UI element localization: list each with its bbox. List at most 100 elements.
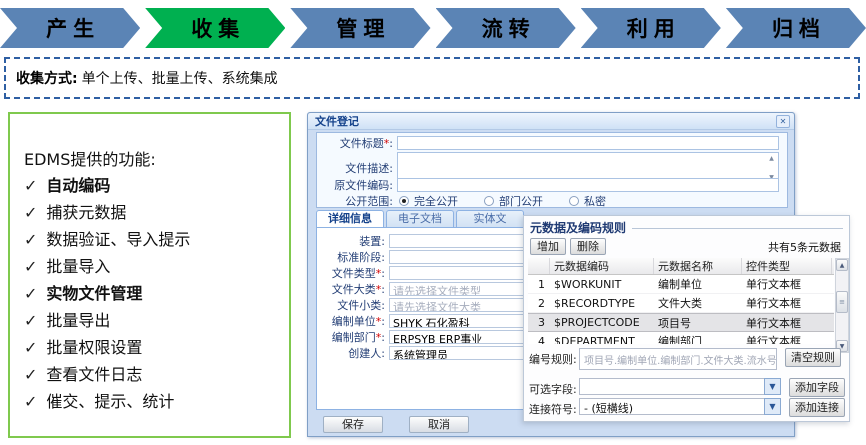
- table-row-selected[interactable]: 3 $PROJECTCODE 项目号 单行文本框: [528, 313, 834, 332]
- feature-item: ✓自动编码: [24, 172, 279, 199]
- table-row[interactable]: 1 $WORKUNIT 编制单位 单行文本框: [528, 275, 834, 294]
- close-icon[interactable]: ✕: [776, 115, 790, 128]
- metadata-table-header: 元数据编码 元数据名称 控件类型: [528, 258, 834, 275]
- chevron-down-icon[interactable]: ▼: [764, 398, 781, 415]
- flow-step-label: 流转: [482, 13, 536, 43]
- scroll-up-icon[interactable]: ▲: [836, 259, 848, 271]
- connector-select[interactable]: - (短横线) ▼: [579, 398, 781, 415]
- feature-item: ✓批量导入: [24, 253, 279, 280]
- table-row[interactable]: 4 $DEPARTMENT 编制部门 单行文本框: [528, 332, 834, 344]
- dialog-title: 文件登记: [315, 113, 776, 129]
- tab-detail-info[interactable]: 详细信息: [316, 210, 384, 228]
- feature-item: ✓催交、提示、统计: [24, 388, 279, 415]
- rule-input[interactable]: 项目号.编制单位.编制部门.文件大类.流水号: [579, 348, 777, 370]
- metadata-toolbar: 增加 删除 共有5条元数据: [530, 238, 841, 255]
- banner-label: 收集方式:: [16, 68, 78, 88]
- clear-rule-button[interactable]: 清空规则: [785, 348, 841, 367]
- optional-field-select[interactable]: ▼: [579, 378, 781, 395]
- doc-title-input[interactable]: [397, 136, 779, 150]
- optional-field-row: 可选字段: ▼ 添加字段: [529, 378, 845, 397]
- metadata-panel-title: 元数据及编码规则: [530, 219, 626, 236]
- dialog-top-section: 文件标题*: 文件描述: ▲ ▼ 原文件编码: 公开范围: 完全公开 部门公开: [316, 132, 788, 208]
- dialog-titlebar[interactable]: 文件登记 ✕: [308, 113, 794, 130]
- feature-item: ✓批量导出: [24, 307, 279, 334]
- detail-row-compile-dept: 编制部门*: ERPSYB ERP事业: [317, 330, 539, 344]
- doc-type-input[interactable]: [389, 266, 539, 280]
- feature-item: ✓查看文件日志: [24, 361, 279, 388]
- check-icon: ✓: [24, 392, 37, 411]
- radio-department[interactable]: 部门公开: [484, 193, 543, 209]
- chevron-down-icon[interactable]: ▼: [764, 378, 781, 395]
- feature-item: ✓捕获元数据: [24, 199, 279, 226]
- check-icon: ✓: [24, 230, 37, 249]
- flow-step-produce: 产生: [0, 8, 140, 48]
- dialog-tabs: 详细信息 电子文档 实体文: [316, 210, 524, 228]
- header-type: 控件类型: [742, 258, 832, 274]
- feature-item: ✓实物文件管理: [24, 280, 279, 307]
- check-icon: ✓: [24, 176, 37, 195]
- check-icon: ✓: [24, 338, 37, 357]
- banner-text: 单个上传、批量上传、系统集成: [82, 68, 278, 88]
- detail-row-doc-category: 文件大类*: 请先选择文件类型: [317, 282, 539, 296]
- detail-row-device: 装置:: [317, 234, 539, 248]
- check-icon: ✓: [24, 203, 37, 222]
- radio-private[interactable]: 私密: [569, 193, 606, 209]
- feature-item: ✓数据验证、导入提示: [24, 226, 279, 253]
- field-row-scope: 公开范围: 完全公开 部门公开 私密: [317, 194, 787, 208]
- check-icon: ✓: [24, 365, 37, 384]
- flow-step-collect: 收集: [145, 8, 285, 48]
- flow-step-label: 收集: [191, 13, 245, 43]
- tab-electronic-doc[interactable]: 电子文档: [386, 210, 454, 227]
- table-scrollbar[interactable]: ▲ ≡ ▼: [835, 258, 849, 353]
- check-icon: ✓: [24, 257, 37, 276]
- table-row[interactable]: 2 $RECORDTYPE 文件大类 单行文本框: [528, 294, 834, 313]
- process-flow: 产生 收集 管理 流转 利用 归档: [0, 8, 866, 48]
- add-field-button[interactable]: 添加字段: [789, 378, 845, 397]
- metadata-panel-header: 元数据及编码规则: [530, 219, 843, 236]
- add-metadata-button[interactable]: 增加: [530, 238, 566, 255]
- flow-step-label: 利用: [627, 13, 681, 43]
- collection-banner: 收集方式: 单个上传、批量上传、系统集成: [4, 57, 860, 99]
- connector-row: 连接符号: - (短横线) ▼ 添加连接: [529, 398, 845, 417]
- scrollbar-thumb[interactable]: ≡: [836, 291, 848, 313]
- doc-category-input[interactable]: 请先选择文件类型: [389, 282, 539, 296]
- tab-physical-doc[interactable]: 实体文: [456, 210, 524, 227]
- save-button[interactable]: 保存: [323, 416, 383, 433]
- doc-title-label: 文件标题*:: [317, 135, 393, 151]
- delete-metadata-button[interactable]: 删除: [570, 238, 606, 255]
- detail-row-standard-phase: 标准阶段:: [317, 250, 539, 264]
- slide-canvas: 产生 收集 管理 流转 利用 归档 收集方式: 单个上传、批量上传、系统集成 E…: [0, 0, 866, 445]
- radio-icon[interactable]: [399, 196, 409, 206]
- flow-step-transfer: 流转: [436, 8, 576, 48]
- flow-step-label: 产生: [46, 13, 100, 43]
- check-icon: ✓: [24, 284, 37, 303]
- header-name: 元数据名称: [654, 258, 742, 274]
- features-title: EDMS提供的功能:: [24, 146, 279, 170]
- device-input[interactable]: [389, 234, 539, 248]
- doc-subcategory-input[interactable]: 请先选择文件大类: [389, 298, 539, 312]
- feature-item: ✓批量权限设置: [24, 334, 279, 361]
- cancel-button[interactable]: 取消: [409, 416, 469, 433]
- scroll-up-icon[interactable]: ▲: [766, 155, 777, 162]
- radio-public[interactable]: 完全公开: [399, 193, 458, 209]
- compile-unit-input[interactable]: SHYK 石化盈科: [389, 314, 539, 328]
- radio-icon[interactable]: [484, 196, 494, 206]
- rule-row: 编号规则: 项目号.编制单位.编制部门.文件大类.流水号 清空规则: [529, 348, 841, 370]
- creator-input[interactable]: 系统管理员: [389, 346, 539, 360]
- flow-step-label: 管理: [336, 13, 390, 43]
- check-icon: ✓: [24, 311, 37, 330]
- standard-phase-input[interactable]: [389, 250, 539, 264]
- compile-dept-input[interactable]: ERPSYB ERP事业: [389, 330, 539, 344]
- doc-desc-label: 文件描述:: [317, 160, 393, 176]
- flow-step-use: 利用: [581, 8, 721, 48]
- radio-icon[interactable]: [569, 196, 579, 206]
- metadata-table: 元数据编码 元数据名称 控件类型 1 $WORKUNIT 编制单位 单行文本框 …: [528, 258, 834, 344]
- add-connector-button[interactable]: 添加连接: [789, 398, 845, 417]
- metadata-count: 共有5条元数据: [768, 239, 841, 255]
- detail-row-compile-unit: 编制单位*: SHYK 石化盈科: [317, 314, 539, 328]
- detail-row-creator: 创建人: 系统管理员: [317, 346, 539, 360]
- field-row-orig-code: 原文件编码:: [317, 178, 787, 192]
- flow-step-label: 归档: [772, 13, 826, 43]
- detail-row-doc-subcategory: 文件小类: 请先选择文件大类: [317, 298, 539, 312]
- orig-code-input[interactable]: [397, 178, 779, 192]
